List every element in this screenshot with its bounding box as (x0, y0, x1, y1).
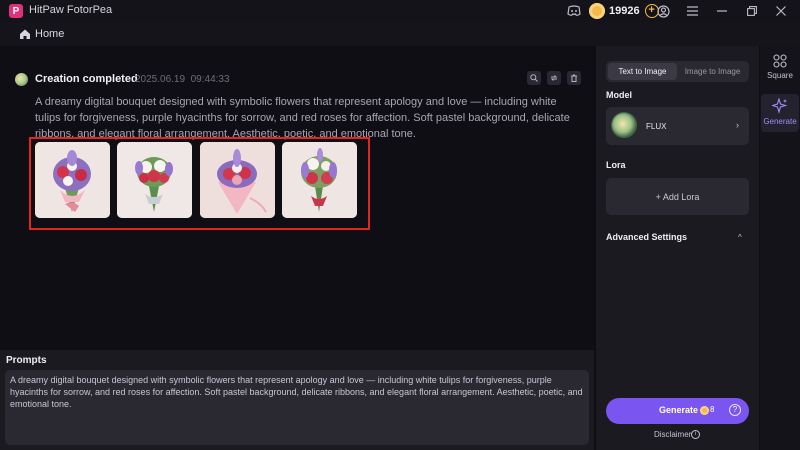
home-bar (0, 22, 800, 46)
result-image-4[interactable] (282, 142, 357, 218)
discord-icon[interactable] (566, 3, 582, 19)
rail-item-generate[interactable]: Generate (761, 94, 799, 132)
creation-timestamp: 2025.06.19 09:44:33 (135, 74, 230, 85)
generate-label: Generate (659, 405, 699, 415)
title-bar: P HitPaw FotorPea 19926 + (0, 0, 800, 22)
lora-section-label: Lora (606, 160, 626, 170)
model-name: FLUX (646, 122, 667, 131)
model-section-label: Model (606, 90, 632, 100)
zoom-icon (530, 74, 538, 82)
coin-icon (700, 406, 709, 415)
trash-icon (571, 74, 577, 82)
tab-text-to-image[interactable]: Text to Image (608, 63, 677, 80)
add-lora-button[interactable]: + Add Lora (606, 178, 749, 215)
refresh-icon (550, 75, 558, 81)
app-logo: P (9, 4, 23, 18)
grid-icon (773, 54, 787, 68)
advanced-settings-toggle[interactable]: Advanced Settings (606, 232, 687, 242)
account-icon[interactable] (655, 3, 671, 19)
result-prompt-text: A dreamy digital bouquet designed with s… (35, 96, 570, 140)
delete-button[interactable] (567, 71, 581, 85)
creation-status-icon (15, 73, 28, 86)
chevron-right-icon: › (736, 120, 739, 130)
home-icon[interactable] (19, 28, 31, 40)
rail-item-square[interactable]: Square (761, 52, 799, 90)
result-image-1[interactable] (35, 142, 110, 218)
info-icon[interactable]: i (691, 430, 700, 439)
generate-cost: 8 (710, 405, 715, 414)
result-image-2[interactable] (117, 142, 192, 218)
menu-icon[interactable] (684, 3, 700, 19)
tab-image-to-image[interactable]: Image to Image (678, 63, 747, 80)
zoom-button[interactable] (527, 71, 541, 85)
prompt-textarea[interactable]: A dreamy digital bouquet designed with s… (5, 370, 589, 445)
credit-count: 19926 (609, 5, 640, 17)
minimize-icon[interactable] (714, 3, 730, 19)
rail-label-square: Square (767, 71, 793, 80)
creation-time: 09:44:33 (190, 74, 230, 85)
model-thumbnail (612, 113, 636, 137)
prompts-title: Prompts (6, 355, 47, 366)
creation-status-title: Creation completed (35, 73, 138, 85)
credits-display[interactable]: 19926 + (589, 2, 659, 20)
restore-icon[interactable] (744, 3, 760, 19)
sparkle-icon (772, 98, 788, 114)
creation-date: 2025.06.19 (135, 74, 186, 85)
result-image-3[interactable] (200, 142, 275, 218)
app-title: HitPaw FotorPea (29, 4, 113, 16)
help-icon[interactable]: ? (729, 404, 741, 416)
close-icon[interactable] (773, 3, 789, 19)
disclaimer-link[interactable]: Disclaimer (654, 430, 691, 439)
rail-label-generate: Generate (763, 117, 797, 126)
regenerate-button[interactable] (547, 71, 561, 85)
coin-icon (589, 3, 605, 19)
home-link[interactable]: Home (35, 28, 64, 40)
chevron-up-icon[interactable]: ^ (738, 233, 742, 242)
